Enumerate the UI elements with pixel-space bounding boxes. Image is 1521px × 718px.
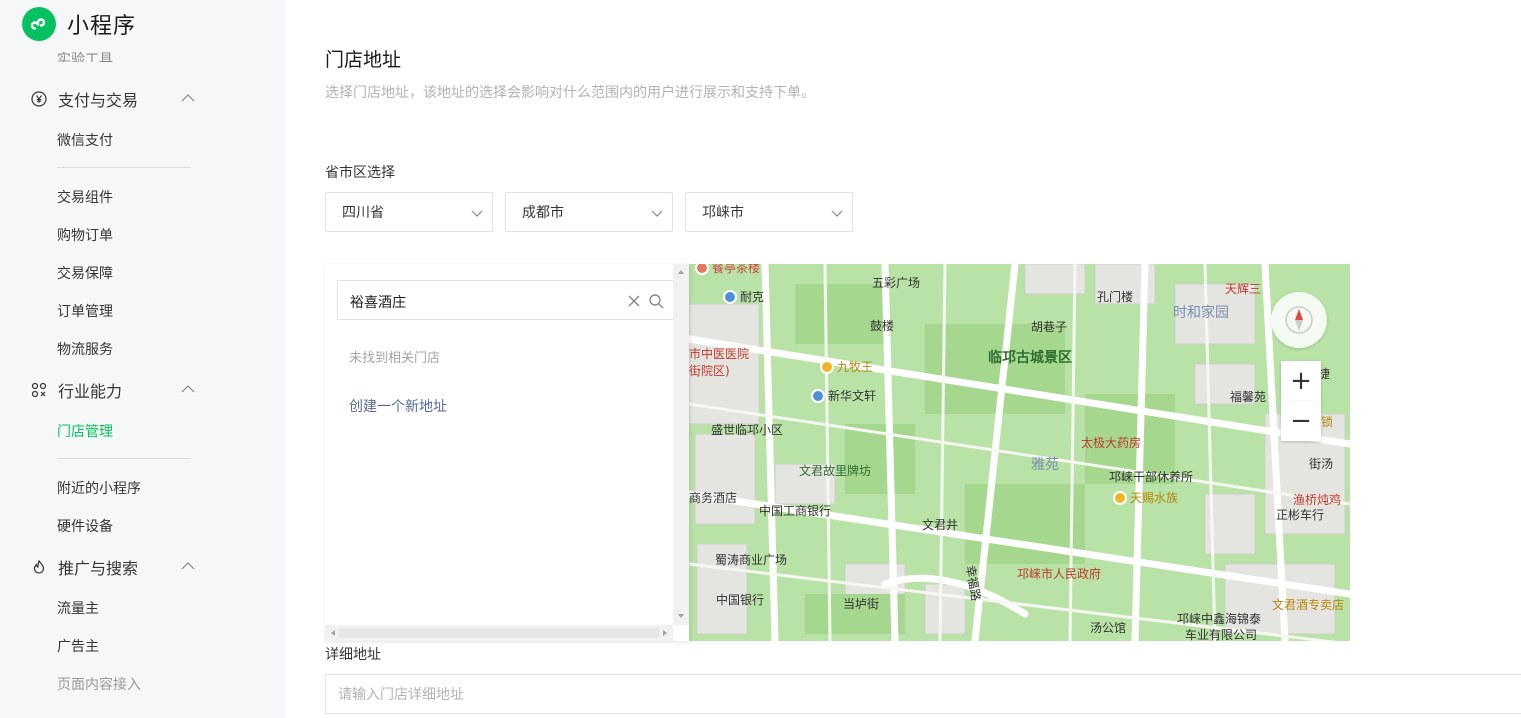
yen-icon <box>30 90 48 108</box>
sidebar-item-wechat-pay[interactable]: 微信支付 <box>57 130 113 150</box>
sidebar-item-nearby-miniprogram[interactable]: 附近的小程序 <box>57 478 141 498</box>
map-poi[interactable]: 商务酒店 <box>689 491 737 505</box>
main-content: 门店地址 选择门店地址，该地址的选择会影响对什么范围内的用户进行展示和支持下单。… <box>285 0 1521 718</box>
flame-icon <box>30 558 48 576</box>
map-poi[interactable]: 盛世临邛小区 <box>711 423 783 437</box>
map-poi[interactable]: 九牧王 <box>820 360 873 374</box>
close-icon[interactable] <box>626 293 642 309</box>
zoom-out-button[interactable]: − <box>1281 401 1321 441</box>
brand-name: 小程序 <box>67 14 137 39</box>
map-poi[interactable]: 渔桥炖鸡 <box>1293 493 1341 507</box>
page-description: 选择门店地址，该地址的选择会影响对什么范围内的用户进行展示和支持下单。 <box>325 85 815 101</box>
district-select[interactable]: 邛崃市 <box>685 192 853 232</box>
detail-address-input[interactable]: 请输入门店详细地址 <box>325 674 1521 714</box>
sidebar-section-label: 推广与搜索 <box>58 559 139 578</box>
map-area-label: 雅苑 <box>1031 457 1059 473</box>
chevron-down-icon <box>831 210 843 217</box>
page-title: 门店地址 <box>325 49 402 71</box>
map-poi[interactable]: 正彬车行 <box>1276 508 1324 522</box>
chevron-up-icon[interactable] <box>181 91 195 105</box>
map-poi[interactable]: 汤公馆 <box>1090 621 1126 635</box>
store-search-panel: 裕喜酒庄 未找到相关门店 创建一个新地址 <box>325 264 689 641</box>
map-poi[interactable]: 文君故里牌坊 <box>799 464 871 478</box>
map-area-label: 时和家园 <box>1173 305 1229 321</box>
sidebar-section-promo[interactable]: 推广与搜索 <box>30 555 200 579</box>
divider <box>57 458 191 459</box>
sidebar-item-order-management[interactable]: 订单管理 <box>57 301 113 321</box>
miniprogram-logo-icon <box>22 7 56 41</box>
app-window: 小程序 实验工具 支付与交易 微信支付 交易组件 购物订单 交易保障 订单管理 … <box>0 0 1521 718</box>
sidebar-item-hardware[interactable]: 硬件设备 <box>57 516 113 536</box>
search-value: 裕喜酒庄 <box>350 295 406 311</box>
district-value: 邛崃市 <box>702 205 744 221</box>
map-poi[interactable]: 福馨苑 <box>1230 390 1266 404</box>
map-poi[interactable]: 新华文轩 <box>811 389 876 403</box>
no-result-text: 未找到相关门店 <box>349 351 441 366</box>
chevron-up-icon[interactable] <box>181 382 195 396</box>
city-value: 成都市 <box>522 205 564 221</box>
sidebar-item-trade-component[interactable]: 交易组件 <box>57 187 113 207</box>
chevron-down-icon <box>651 210 663 217</box>
sidebar-item-traffic-owner[interactable]: 流量主 <box>57 598 99 618</box>
map-poi[interactable]: 市中医医院 <box>689 347 749 361</box>
sidebar: 小程序 实验工具 支付与交易 微信支付 交易组件 购物订单 交易保障 订单管理 … <box>0 0 285 718</box>
city-select[interactable]: 成都市 <box>505 192 673 232</box>
map-poi[interactable]: 文君井 <box>922 518 958 532</box>
map-poi[interactable]: 鼓楼 <box>870 319 894 333</box>
search-icon[interactable] <box>648 293 664 309</box>
industry-icon <box>30 381 48 399</box>
store-search-input[interactable]: 裕喜酒庄 <box>337 280 677 320</box>
map-poi[interactable]: 中国工商银行 <box>759 504 831 518</box>
region-label: 省市区选择 <box>325 165 395 181</box>
sidebar-item-advertiser[interactable]: 广告主 <box>57 636 99 656</box>
detail-address-label: 详细地址 <box>325 647 381 663</box>
map-poi[interactable]: 耐克 <box>723 290 764 304</box>
map-poi[interactable]: 蜀涛商业广场 <box>715 553 787 567</box>
divider <box>57 167 191 168</box>
map-area-label: 临邛古城景区 <box>988 350 1072 366</box>
horizontal-scrollbar[interactable] <box>325 625 673 641</box>
create-new-address-link[interactable]: 创建一个新地址 <box>349 396 447 416</box>
map-poi[interactable]: 文君酒专卖店 <box>1272 598 1344 612</box>
sidebar-item-shopping-orders[interactable]: 购物订单 <box>57 225 113 245</box>
map-poi[interactable]: 邛崃中鑫海锦泰 <box>1177 612 1261 626</box>
map-poi[interactable]: 街汤 <box>1309 457 1333 471</box>
plus-icon: + <box>1290 366 1312 396</box>
sidebar-section-label: 支付与交易 <box>58 91 139 110</box>
map-poi[interactable]: 天辉三 <box>1225 282 1261 296</box>
vertical-scrollbar[interactable] <box>673 264 689 625</box>
map-poi[interactable]: 车业有限公司 <box>1185 628 1257 641</box>
map-poi[interactable]: 五彩广场 <box>872 276 920 290</box>
map-poi[interactable]: 胡巷子 <box>1031 320 1067 334</box>
province-select[interactable]: 四川省 <box>325 192 493 232</box>
brand[interactable]: 小程序 <box>22 6 136 42</box>
chevron-up-icon[interactable] <box>181 559 195 573</box>
sidebar-section-label: 行业能力 <box>58 382 123 401</box>
sidebar-item-experiment-tools[interactable]: 实验工具 <box>57 46 113 62</box>
zoom-in-button[interactable]: + <box>1281 361 1321 401</box>
compass-icon[interactable] <box>1271 292 1327 348</box>
minus-icon: − <box>1290 406 1312 436</box>
map-poi[interactable]: 街院区) <box>689 364 730 378</box>
province-value: 四川省 <box>342 205 384 221</box>
sidebar-item-logistics[interactable]: 物流服务 <box>57 339 113 359</box>
map-poi[interactable]: 中国银行 <box>716 593 764 607</box>
map-poi[interactable]: 邛崃干部休养所 <box>1109 470 1193 484</box>
map-poi[interactable]: 天赐水族 <box>1113 491 1178 505</box>
sidebar-section-pay[interactable]: 支付与交易 <box>30 87 200 111</box>
map-poi[interactable]: 太极大药房 <box>1081 436 1141 450</box>
sidebar-item-content-access[interactable]: 页面内容接入 <box>57 674 141 694</box>
map-poi[interactable]: 孔门楼 <box>1097 290 1133 304</box>
sidebar-section-industry[interactable]: 行业能力 <box>30 378 200 402</box>
sidebar-item-trade-guarantee[interactable]: 交易保障 <box>57 263 113 283</box>
sidebar-item-store-management[interactable]: 门店管理 <box>57 421 113 441</box>
map-poi[interactable]: 邛崃市人民政府 <box>1017 567 1101 581</box>
map-road-label: 当垆街 <box>843 597 880 611</box>
chevron-down-icon <box>471 210 483 217</box>
map-poi[interactable]: 餐亭茶楼 <box>695 264 760 275</box>
